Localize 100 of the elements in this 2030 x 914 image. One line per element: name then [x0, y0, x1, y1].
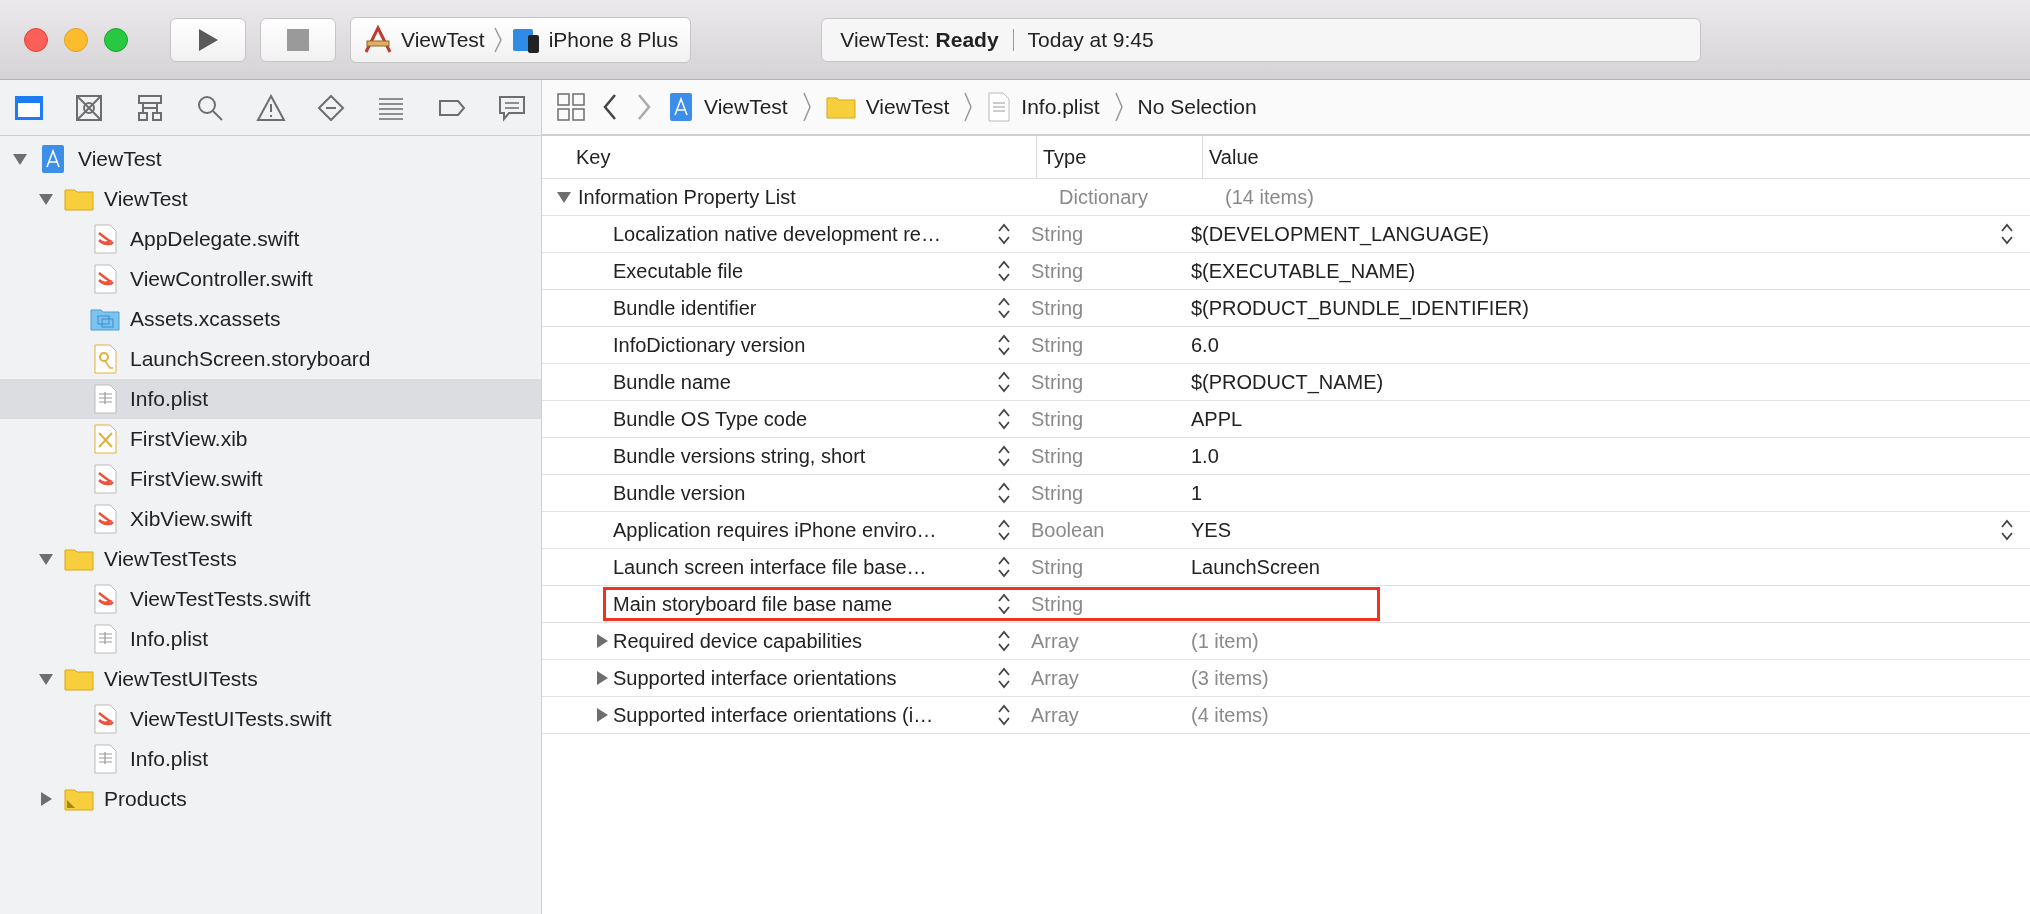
type-cell-text: String: [1031, 407, 1085, 431]
type-cell-text: Boolean: [1031, 518, 1106, 542]
navigator-item[interactable]: Info.plist: [0, 379, 541, 419]
folder-icon: [825, 94, 856, 120]
stepper-icon[interactable]: [997, 518, 1011, 542]
breadcrumb[interactable]: ViewTest: [668, 92, 788, 122]
chevron-icon: [492, 26, 503, 53]
key-cell-text: Required device capabilities: [613, 629, 864, 653]
stepper-icon[interactable]: [997, 222, 1011, 246]
stepper-icon[interactable]: [2000, 222, 2014, 246]
column-header[interactable]: Value: [1203, 136, 1259, 178]
navigator-item[interactable]: Products: [0, 779, 541, 819]
navigator-item[interactable]: AppDelegate.swift: [0, 219, 541, 259]
type-cell-text: String: [1031, 296, 1085, 320]
type-cell-text: String: [1031, 222, 1085, 246]
type-cell-text: String: [1031, 259, 1085, 283]
stepper-icon[interactable]: [997, 481, 1011, 505]
navigator-item[interactable]: ViewTestTests: [0, 539, 541, 579]
column-header[interactable]: Key: [542, 136, 1037, 178]
breadcrumb[interactable]: Info.plist: [987, 92, 1100, 122]
collapsed-triangle-icon[interactable]: [594, 670, 610, 686]
plist-file-icon: [987, 92, 1012, 122]
navigator-item[interactable]: ViewTest: [0, 179, 541, 219]
grid-icon[interactable]: [556, 92, 586, 122]
breadcrumb[interactable]: No Selection: [1137, 95, 1257, 119]
stepper-icon[interactable]: [997, 703, 1011, 727]
stepper-icon[interactable]: [997, 296, 1011, 320]
navigator-item[interactable]: ViewTestTests.swift: [0, 579, 541, 619]
navigator-item[interactable]: XibView.swift: [0, 499, 541, 539]
collapsed-triangle-icon[interactable]: [594, 707, 610, 723]
stepper-icon[interactable]: [997, 592, 1011, 616]
warning-icon: [255, 92, 286, 123]
device-name: iPhone 8 Plus: [548, 27, 679, 52]
chevron-icon: [1113, 92, 1124, 122]
key-cell-text: Launch screen interface file base…: [613, 555, 928, 579]
project-file-icon: [668, 92, 694, 122]
type-cell-text: String: [1031, 481, 1085, 505]
navigator-item[interactable]: ViewTestUITests.swift: [0, 699, 541, 739]
value-cell-text: APPL: [1191, 407, 1244, 431]
value-cell-text: (1 item): [1191, 629, 1260, 653]
chevron-icon: [963, 92, 974, 122]
stop-icon: [287, 28, 309, 51]
type-cell-text: Array: [1031, 629, 1080, 653]
navigator-item[interactable]: FirstView.xib: [0, 419, 541, 459]
type-cell-text: Array: [1031, 666, 1080, 690]
navigator-item[interactable]: LaunchScreen.storyboard: [0, 339, 541, 379]
value-cell: $(DEVELOPMENT_LANGUAGE): [1191, 222, 1489, 246]
type-cell-text: String: [1031, 333, 1085, 357]
expanded-triangle-icon[interactable]: [556, 189, 572, 205]
stop-button[interactable]: [260, 17, 336, 62]
type-cell-text: Array: [1031, 703, 1080, 727]
key-cell-text: Localization native development re…: [613, 222, 942, 246]
play-icon: [197, 27, 219, 52]
value-cell-text: (14 items): [1225, 185, 1315, 209]
run-button[interactable]: [170, 17, 246, 62]
navigator-item[interactable]: Info.plist: [0, 619, 541, 659]
status-time: Today at 9:45: [1027, 27, 1154, 52]
navigator-item[interactable]: Assets.xcassets: [0, 299, 541, 339]
stepper-icon[interactable]: [2000, 518, 2014, 542]
expanded-triangle-icon[interactable]: [38, 671, 54, 687]
scheme-name: ViewTest: [401, 27, 485, 52]
key-cell-text: InfoDictionary version: [613, 333, 807, 357]
stepper-icon[interactable]: [997, 629, 1011, 653]
collapsed-triangle-icon[interactable]: [38, 791, 54, 807]
navigator-item[interactable]: ViewTestUITests: [0, 659, 541, 699]
navigator-item[interactable]: ViewTest: [0, 139, 541, 179]
stepper-icon[interactable]: [997, 555, 1011, 579]
key-cell: Information Property List: [578, 185, 796, 209]
stepper-icon[interactable]: [997, 259, 1011, 283]
expanded-triangle-icon[interactable]: [38, 551, 54, 567]
key-cell-text: Bundle version: [613, 481, 747, 505]
stepper-icon[interactable]: [997, 370, 1011, 394]
close-button[interactable]: [24, 27, 48, 52]
key-cell-text: Bundle OS Type code: [613, 407, 809, 431]
scheme-selector[interactable]: ViewTest iPhone 8 Plus: [350, 16, 692, 63]
value-cell: $(PRODUCT_NAME): [1191, 370, 1384, 394]
expanded-triangle-icon[interactable]: [38, 191, 54, 207]
key-cell-text: Bundle versions string, short: [613, 444, 867, 468]
collapsed-triangle-icon[interactable]: [594, 633, 610, 649]
expanded-triangle-icon[interactable]: [12, 151, 28, 167]
key-cell-text: Bundle name: [613, 370, 732, 394]
value-cell-text: (3 items): [1191, 666, 1270, 690]
stepper-icon[interactable]: [997, 666, 1011, 690]
stepper-icon[interactable]: [997, 333, 1011, 357]
chevron-icon: [801, 92, 812, 122]
navigator-item[interactable]: FirstView.swift: [0, 459, 541, 499]
type-cell-text: String: [1031, 444, 1085, 468]
navigator-item[interactable]: ViewController.swift: [0, 259, 541, 299]
column-header[interactable]: Type: [1037, 136, 1203, 178]
value-cell: $(EXECUTABLE_NAME): [1191, 259, 1416, 283]
stepper-icon[interactable]: [997, 444, 1011, 468]
breadcrumb[interactable]: ViewTest: [825, 94, 950, 120]
value-cell-text: (4 items): [1191, 703, 1270, 727]
stepper-icon[interactable]: [997, 407, 1011, 431]
type-cell-text: Dictionary: [1059, 185, 1149, 209]
navigator-item[interactable]: Info.plist: [0, 739, 541, 779]
value-cell-text: 6.0: [1191, 333, 1220, 357]
key-cell-text: Supported interface orientations: [613, 666, 898, 690]
status-text: ViewTest: Ready: [840, 27, 999, 52]
key-cell-text: Bundle identifier: [613, 296, 758, 320]
